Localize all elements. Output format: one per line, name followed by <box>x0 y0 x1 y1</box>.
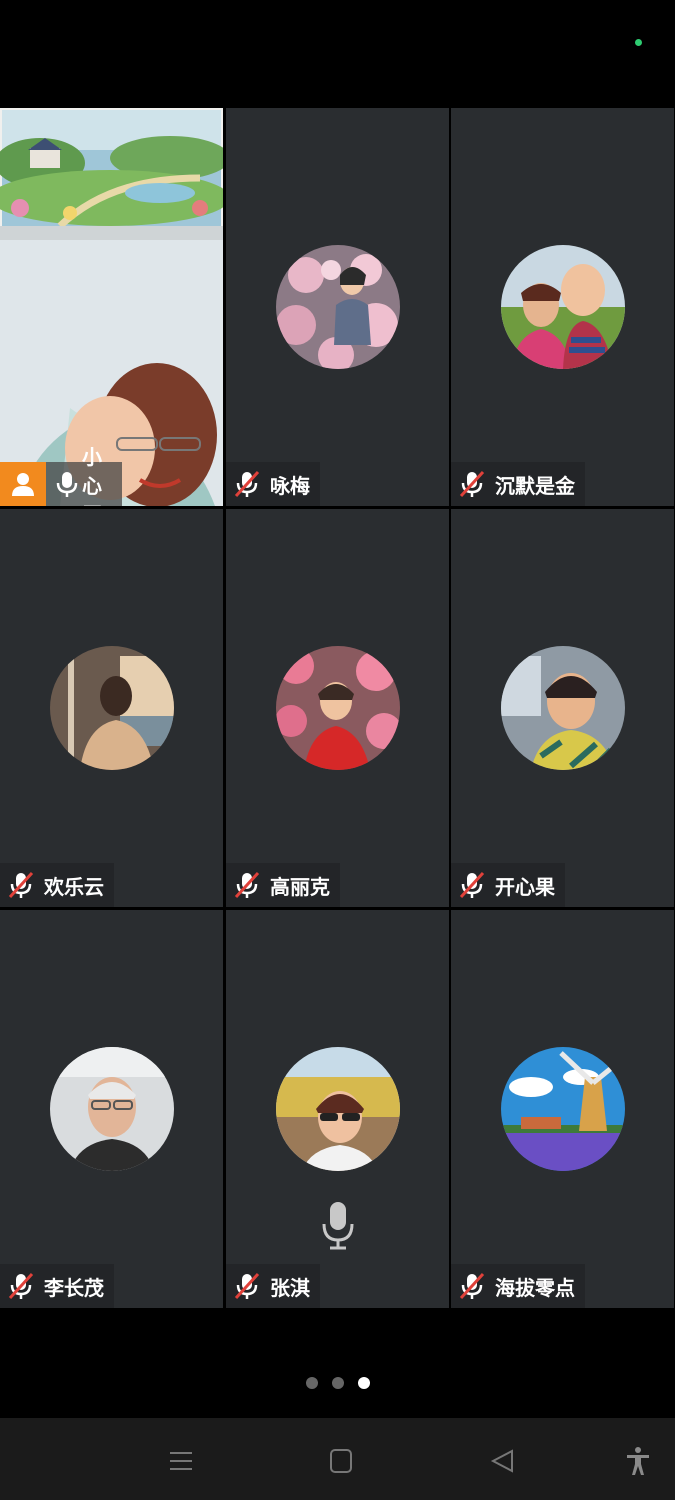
home-square-icon[interactable] <box>326 1446 356 1476</box>
page-dot-current[interactable] <box>357 1377 370 1389</box>
menu-icon[interactable] <box>166 1446 196 1476</box>
avatar <box>275 646 400 770</box>
participant-tile[interactable]: 李长茂 <box>0 910 223 1308</box>
person-icon <box>12 473 34 496</box>
muted-microphone-icon <box>459 871 485 899</box>
participant-name-tag: 高丽克 <box>226 863 340 907</box>
participant-tile[interactable]: 高丽克 <box>226 509 449 907</box>
participant-name: 咏梅 <box>270 473 310 498</box>
participant-name: 开心果 <box>495 874 555 899</box>
muted-microphone-icon <box>459 1272 485 1300</box>
participant-name-tag: 张淇 <box>226 1264 320 1308</box>
participant-name: 李长茂 <box>44 1275 104 1300</box>
participant-tile[interactable]: 张淇 <box>226 910 449 1308</box>
participant-tile[interactable]: 沉默是金 <box>451 108 674 506</box>
host-badge <box>0 462 46 506</box>
muted-microphone-icon <box>234 470 260 498</box>
muted-microphone-icon <box>8 871 34 899</box>
accessibility-icon[interactable] <box>623 1446 653 1476</box>
participant-name-tag: 咏梅 <box>226 462 320 506</box>
participant-tile[interactable]: 欢乐云 <box>0 509 223 907</box>
status-indicator-dot <box>635 39 642 46</box>
page-indicator[interactable] <box>0 1377 675 1389</box>
participant-grid: 小心愿 咏梅 <box>0 108 675 1308</box>
avatar <box>49 646 174 770</box>
participant-name-tag: 李长茂 <box>0 1264 114 1308</box>
microphone-icon <box>56 472 78 497</box>
avatar <box>275 1047 400 1171</box>
participant-tile[interactable]: 开心果 <box>451 509 674 907</box>
participant-name-tag: 沉默是金 <box>451 462 585 506</box>
avatar <box>500 646 625 770</box>
participant-name-tag: 开心果 <box>451 863 565 907</box>
participant-name: 欢乐云 <box>44 874 104 899</box>
participant-name: 小心愿 <box>82 444 102 507</box>
participant-tile-speaker[interactable]: 小心愿 <box>0 108 223 506</box>
system-navigation-bar <box>0 1418 675 1500</box>
page-dot[interactable] <box>305 1377 318 1389</box>
muted-microphone-icon <box>234 871 260 899</box>
participant-name-tag: 海拔零点 <box>451 1264 585 1308</box>
avatar <box>500 245 625 369</box>
participant-name: 海拔零点 <box>495 1275 575 1300</box>
muted-microphone-icon <box>8 1272 34 1300</box>
participant-name: 张淇 <box>270 1275 310 1300</box>
avatar <box>275 245 400 369</box>
avatar <box>49 1047 174 1171</box>
microphone-icon <box>322 1202 353 1250</box>
participant-tile[interactable]: 海拔零点 <box>451 910 674 1308</box>
back-triangle-icon[interactable] <box>488 1446 518 1476</box>
avatar <box>500 1047 625 1171</box>
participant-name: 高丽克 <box>270 874 330 899</box>
participant-name: 沉默是金 <box>495 473 575 498</box>
muted-microphone-icon <box>234 1272 260 1300</box>
page-dot[interactable] <box>331 1377 344 1389</box>
muted-microphone-icon <box>459 470 485 498</box>
participant-name-tag: 小心愿 <box>46 445 122 506</box>
participant-name-tag: 欢乐云 <box>0 863 114 907</box>
participant-tile[interactable]: 咏梅 <box>226 108 449 506</box>
